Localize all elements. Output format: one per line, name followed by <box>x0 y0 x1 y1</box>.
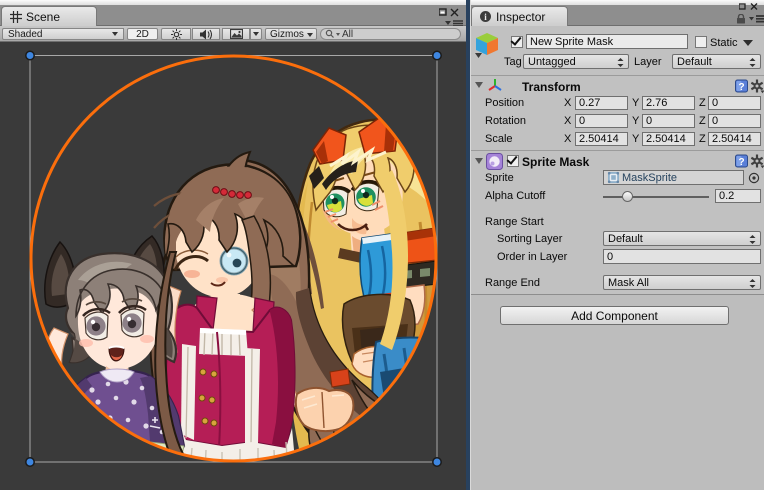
svg-text:?: ? <box>738 157 744 168</box>
svg-text:?: ? <box>738 82 744 93</box>
